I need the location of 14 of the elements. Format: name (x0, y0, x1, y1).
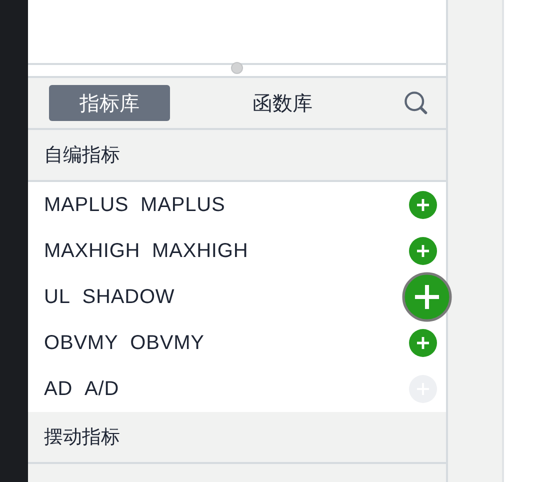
indicator-name[interactable]: MAPLUS MAPLUS (44, 194, 226, 216)
section-header[interactable]: 摆动指标 (28, 412, 446, 464)
section-header[interactable]: 自编指标 (28, 130, 446, 182)
indicator-name[interactable]: MAXHIGH MAXHIGH (44, 240, 248, 262)
add-icon[interactable] (409, 329, 437, 357)
add-icon[interactable] (409, 191, 437, 219)
add-icon[interactable] (409, 237, 437, 265)
indicator-name[interactable]: UL SHADOW (44, 286, 175, 308)
add-icon[interactable] (402, 272, 452, 322)
search-icon[interactable] (403, 90, 429, 116)
tab[interactable]: 函数库 (222, 85, 343, 121)
tab[interactable]: 指标库 (49, 85, 170, 121)
indicator-name[interactable]: OBVMY OBVMY (44, 332, 204, 354)
resize-handle[interactable] (231, 62, 243, 74)
